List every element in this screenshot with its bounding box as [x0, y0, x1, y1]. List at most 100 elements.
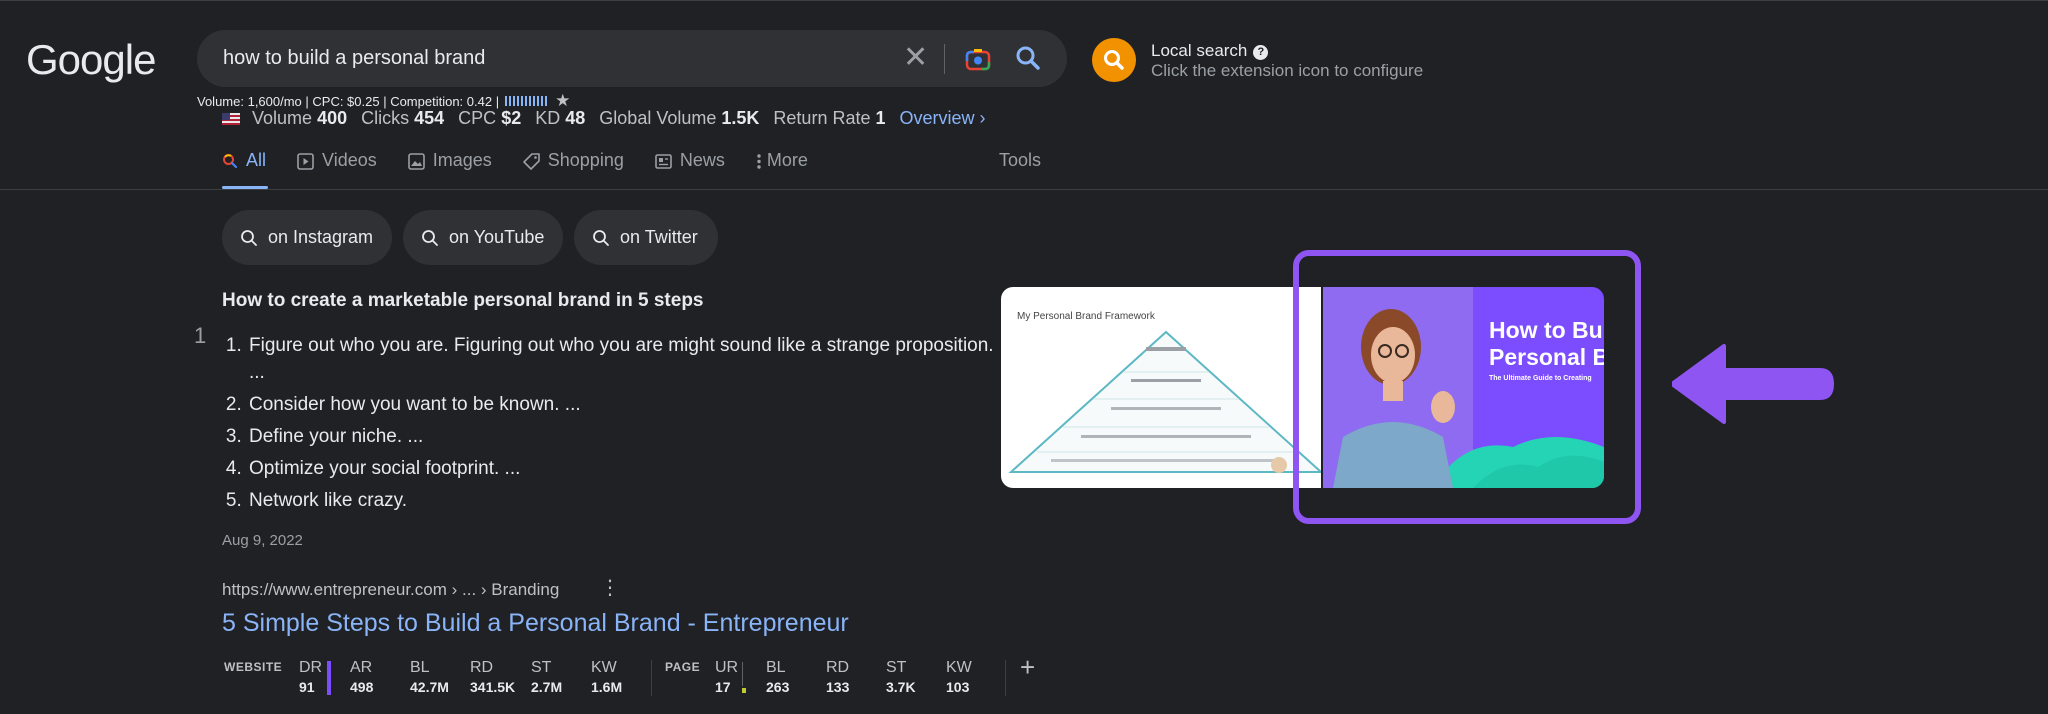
metric-kd: KD 48	[535, 108, 585, 129]
tab-more[interactable]: More	[756, 150, 808, 190]
chip-label: on Twitter	[620, 227, 698, 247]
seo-website-st: ST 2.7M	[531, 659, 562, 695]
seo-website-kw: KW 1.6M	[591, 659, 622, 695]
seo-page-label: PAGE	[665, 660, 701, 674]
result-rank: 1	[194, 323, 207, 348]
overview-link[interactable]: Overview ›	[900, 108, 986, 129]
plus-icon[interactable]: +	[1020, 652, 1035, 683]
search-input[interactable]: how to build a personal brand	[223, 47, 485, 70]
annotation-highlight-box	[1293, 250, 1641, 524]
seo-metric-value: 2.7M	[531, 679, 563, 695]
seo-metric-value: 42.7M	[410, 679, 449, 695]
news-icon	[655, 150, 672, 175]
local-search-label: Local search	[1151, 41, 1248, 60]
metric-kd-label: KD	[535, 108, 561, 128]
metric-volume: Volume 400	[252, 108, 347, 129]
close-icon[interactable]: ✕	[903, 43, 928, 73]
header-divider	[0, 189, 2048, 190]
more-vert-icon	[756, 150, 762, 175]
more-vert-icon[interactable]: ⋮	[600, 578, 620, 598]
tab-all-label: All	[246, 150, 267, 170]
search-icon[interactable]	[1015, 45, 1041, 76]
seo-metric-key: AR	[350, 659, 373, 676]
seo-page-ur: UR 17	[715, 659, 738, 695]
tab-shopping-label: Shopping	[547, 150, 624, 170]
metric-clicks-value: 454	[414, 108, 445, 128]
list-item: Define your niche. ...	[247, 423, 1007, 450]
featured-snippet-title: How to create a marketable personal bran…	[222, 290, 704, 311]
list-item: Optimize your social footprint. ...	[247, 455, 1007, 482]
seo-metric-key: RD	[826, 659, 850, 676]
search-bar[interactable]: how to build a personal brand ✕	[197, 30, 1067, 87]
local-search-subtitle: Click the extension icon to configure	[1151, 61, 1424, 80]
seo-website-rd: RD 341.5K	[470, 659, 515, 695]
seo-metric-value: 103	[946, 679, 970, 695]
seo-metric-key: KW	[946, 659, 972, 676]
search-icon	[422, 229, 438, 246]
search-icon	[222, 150, 238, 174]
top-border	[0, 0, 2048, 1]
tag-icon	[522, 150, 540, 175]
seo-metric-key: DR	[299, 659, 323, 676]
metric-return-rate: Return Rate 1	[773, 108, 885, 129]
seo-metric-key: ST	[886, 659, 907, 676]
metric-cpc-label: CPC	[458, 108, 497, 128]
seo-page-kw: KW 103	[946, 659, 972, 695]
tools-button[interactable]: Tools	[999, 150, 1041, 171]
metric-global-label: Global Volume	[599, 108, 717, 128]
seo-metric-value: 17	[715, 679, 731, 695]
metric-clicks: Clicks 454	[361, 108, 444, 129]
competition-bars	[505, 96, 550, 106]
metric-volume-label: Volume	[252, 108, 313, 128]
local-search-extension-icon[interactable]	[1092, 38, 1136, 82]
google-logo[interactable]: Google	[26, 36, 156, 84]
brand-framework-image[interactable]: My Personal Brand Framework	[1001, 287, 1321, 488]
search-icon	[241, 229, 257, 246]
camera-lens-icon[interactable]	[965, 47, 991, 76]
help-icon[interactable]: ?	[1253, 45, 1269, 60]
seo-metric-key: RD	[470, 659, 494, 676]
result-title-link[interactable]: 5 Simple Steps to Build a Personal Brand…	[222, 609, 849, 638]
tab-shopping[interactable]: Shopping	[522, 150, 624, 190]
result-url[interactable]: https://www.entrepreneur.com › ... › Bra…	[222, 580, 559, 600]
seo-metric-value: 1.6M	[591, 679, 623, 695]
seo-website-ar: AR 498	[350, 659, 373, 695]
tab-images[interactable]: Images	[407, 150, 492, 190]
metric-cpc-value: $2	[501, 108, 522, 128]
tab-videos-label: Videos	[322, 150, 377, 170]
tab-news-label: News	[679, 150, 725, 170]
metric-volume-value: 400	[317, 108, 348, 128]
tab-images-label: Images	[432, 150, 492, 170]
chip-label: on Instagram	[268, 227, 374, 247]
tab-news[interactable]: News	[655, 150, 725, 190]
seo-metric-value: 3.7K	[886, 679, 916, 695]
pyramid-diagram	[1008, 330, 1321, 473]
chip-on-twitter[interactable]: on Twitter	[574, 210, 718, 265]
seo-metric-value: 133	[826, 679, 850, 695]
seo-website-dr: DR 91	[299, 659, 322, 695]
chip-on-instagram[interactable]: on Instagram	[222, 210, 392, 265]
chip-on-youtube[interactable]: on YouTube	[403, 210, 563, 265]
list-item: Figure out who you are. Figuring out who…	[247, 332, 1007, 386]
metric-return-value: 1	[875, 108, 886, 128]
annotation-arrow-icon	[1670, 344, 1834, 429]
metric-clicks-label: Clicks	[361, 108, 410, 128]
dr-bar	[327, 661, 331, 695]
keyword-metrics: Volume 400 Clicks 454 CPC $2 KD 48 Globa…	[222, 108, 986, 129]
tab-all[interactable]: All	[222, 150, 266, 190]
ur-track	[742, 662, 743, 686]
metric-kd-value: 48	[565, 108, 586, 128]
ur-bar	[742, 688, 746, 693]
tab-more-label: More	[766, 150, 808, 170]
seo-metric-value: 263	[766, 679, 790, 695]
metric-global-value: 1.5K	[721, 108, 760, 128]
seo-metric-value: 91	[299, 679, 315, 695]
seo-metric-key: UR	[715, 659, 739, 676]
image-icon	[407, 150, 425, 175]
search-icon	[593, 229, 609, 246]
featured-snippet-steps: Figure out who you are. Figuring out who…	[222, 332, 1007, 519]
list-item: Consider how you want to be known. ...	[247, 391, 1007, 418]
tab-videos[interactable]: Videos	[297, 150, 377, 190]
list-item: Network like crazy.	[247, 487, 1007, 514]
seo-divider	[1005, 660, 1006, 696]
